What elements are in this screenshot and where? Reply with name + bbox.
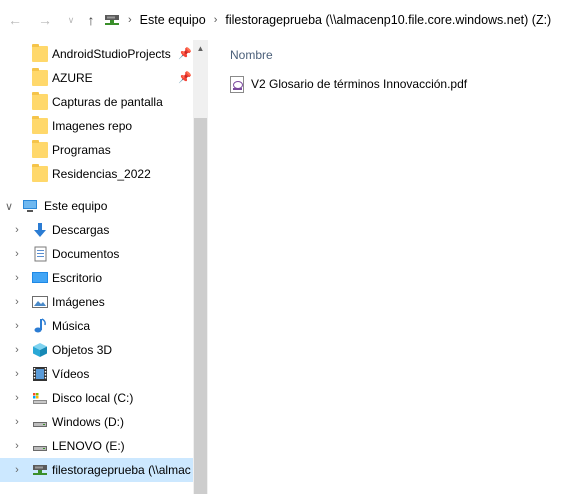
desktop-icon: [32, 270, 48, 286]
file-item[interactable]: V2 Glosario de términos Innovacción.pdf: [230, 73, 467, 95]
sidebar-item-label: Este equipo: [44, 199, 108, 213]
scrollbar-thumb[interactable]: [194, 118, 207, 494]
sidebar-item-label: filestorageprueba (\\almac: [52, 463, 191, 477]
network-drive-icon: [104, 13, 120, 27]
folder-icon: [32, 140, 48, 158]
drive-icon: [32, 438, 48, 454]
chevron-right-icon[interactable]: ›: [12, 410, 22, 434]
breadcrumb-separator: ›: [128, 14, 132, 26]
sidebar-item-descargas[interactable]: › Descargas: [0, 218, 193, 242]
sidebar-item-label: AndroidStudioProjects: [52, 47, 171, 61]
scroll-up-arrow-icon[interactable]: ▲: [193, 40, 208, 57]
sidebar-item-documentos[interactable]: › Documentos: [0, 242, 193, 266]
chevron-right-icon[interactable]: ›: [12, 434, 22, 458]
arrow-right-icon[interactable]: →: [36, 10, 54, 30]
music-icon: [32, 318, 48, 334]
chevron-down-icon[interactable]: ∨: [4, 194, 14, 218]
column-header-name[interactable]: Nombre: [230, 48, 273, 62]
sidebar-item-azure[interactable]: AZURE 📌: [0, 66, 193, 90]
sidebar-item-videos[interactable]: › Vídeos: [0, 362, 193, 386]
sidebar-item-label: AZURE: [52, 71, 93, 85]
download-icon: [32, 222, 48, 238]
address-bar[interactable]: › Este equipo › filestorageprueba (\\alm…: [104, 8, 566, 32]
pictures-icon: [32, 294, 48, 310]
sidebar-item-escritorio[interactable]: › Escritorio: [0, 266, 193, 290]
sidebar-item-windows-d[interactable]: › Windows (D:): [0, 410, 193, 434]
sidebar-item-label: Música: [52, 319, 91, 333]
navigation-bar: ← → ∨ ↑ › Este equipo › filestorageprueb…: [0, 0, 566, 40]
file-list-pane: Nombre V2 Glosario de términos Innovacci…: [208, 40, 566, 494]
videos-icon: [32, 366, 48, 382]
sidebar-item-objetos-3d[interactable]: › Objetos 3D: [0, 338, 193, 362]
arrow-up-icon[interactable]: ↑: [82, 10, 100, 30]
sidebar-item-label: Descargas: [52, 223, 110, 237]
pdf-icon: [230, 75, 244, 93]
folder-icon: [32, 68, 48, 86]
chevron-right-icon[interactable]: ›: [12, 218, 22, 242]
drive-icon: [32, 414, 48, 430]
sidebar-item-label: Escritorio: [52, 271, 103, 285]
chevron-right-icon[interactable]: ›: [12, 242, 22, 266]
sidebar-item-filestorageprueba[interactable]: › filestorageprueba (\\almac: [0, 458, 193, 482]
network-drive-icon: [32, 462, 48, 478]
folder-icon: [32, 44, 48, 62]
local-disk-icon: [32, 390, 48, 406]
sidebar-item-imagenes[interactable]: › Imágenes: [0, 290, 193, 314]
sidebar-item-label: Disco local (C:): [52, 391, 134, 405]
chevron-right-icon[interactable]: ›: [12, 338, 22, 362]
computer-icon: [22, 198, 38, 214]
folder-icon: [32, 116, 48, 134]
sidebar-item-label: Capturas de pantalla: [52, 95, 163, 109]
sidebar-item-label: Residencias_2022: [52, 167, 151, 181]
arrow-left-icon[interactable]: ←: [6, 10, 24, 30]
sidebar-item-residencias[interactable]: Residencias_2022: [0, 162, 193, 186]
sidebar-item-this-pc[interactable]: ∨ Este equipo: [0, 194, 193, 218]
documents-icon: [32, 246, 48, 262]
chevron-right-icon[interactable]: ›: [12, 314, 22, 338]
sidebar-item-capturas[interactable]: Capturas de pantalla: [0, 90, 193, 114]
sidebar-item-label: Vídeos: [52, 367, 90, 381]
sidebar-item-imagenes-repo[interactable]: Imagenes repo: [0, 114, 193, 138]
sidebar-item-label: Documentos: [52, 247, 120, 261]
folder-icon: [32, 92, 48, 110]
navigation-pane: AndroidStudioProjects 📌 AZURE 📌 Capturas…: [0, 40, 208, 494]
breadcrumb-item-this-pc[interactable]: Este equipo: [140, 13, 206, 27]
pin-icon: 📌: [178, 72, 192, 84]
breadcrumb-separator: ›: [213, 14, 218, 26]
chevron-down-icon[interactable]: ∨: [62, 10, 80, 30]
folder-icon: [32, 164, 48, 182]
sidebar-item-androidstudioprojects[interactable]: AndroidStudioProjects 📌: [0, 42, 193, 66]
chevron-right-icon[interactable]: ›: [12, 458, 22, 482]
chevron-right-icon[interactable]: ›: [12, 386, 22, 410]
breadcrumb-item-network-drive[interactable]: filestorageprueba (\\almacenp10.file.cor…: [225, 13, 551, 27]
sidebar-item-label: Imagenes repo: [52, 119, 133, 133]
file-name: V2 Glosario de términos Innovacción.pdf: [251, 77, 468, 91]
3d-objects-icon: [32, 342, 48, 358]
sidebar-item-label: Windows (D:): [52, 415, 125, 429]
sidebar-item-label: Objetos 3D: [52, 343, 113, 357]
sidebar-item-musica[interactable]: › Música: [0, 314, 193, 338]
chevron-right-icon[interactable]: ›: [12, 266, 22, 290]
sidebar-item-label: LENOVO (E:): [52, 439, 125, 453]
chevron-right-icon[interactable]: ›: [12, 290, 22, 314]
sidebar-scrollbar[interactable]: ▲: [193, 40, 208, 494]
sidebar-item-label: Imágenes: [52, 295, 105, 309]
pin-icon: 📌: [178, 48, 192, 60]
chevron-right-icon[interactable]: ›: [12, 362, 22, 386]
sidebar-item-programas[interactable]: Programas: [0, 138, 193, 162]
sidebar-item-lenovo-e[interactable]: › LENOVO (E:): [0, 434, 193, 458]
sidebar-item-label: Programas: [52, 143, 111, 157]
sidebar-item-disco-local-c[interactable]: › Disco local (C:): [0, 386, 193, 410]
